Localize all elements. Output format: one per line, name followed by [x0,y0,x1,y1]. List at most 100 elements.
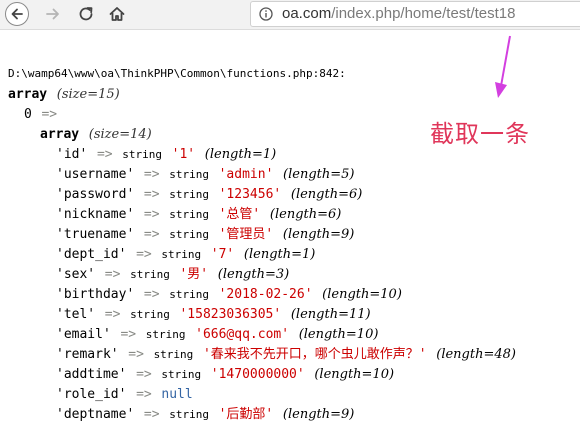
row-value: '15823036305' [179,307,282,322]
row-value: '1470000000' [210,367,305,382]
row-arrow: => [120,327,137,342]
row-arrow: => [143,227,160,242]
row-type: string [130,308,170,321]
row-key: 'id' [56,147,88,162]
row-type: string [130,268,170,281]
row-value: null [161,387,193,402]
row-arrow: => [128,347,144,362]
home-icon [109,7,125,21]
row-arrow: => [136,247,152,262]
row-key: 'truename' [56,227,135,242]
row-key: 'nickname' [56,207,135,222]
reload-button[interactable] [71,0,101,28]
dump-row: 'birthday' => string '2018-02-26' (lengt… [56,283,402,302]
row-length: (length=3) [217,267,290,282]
row-key: 'birthday' [56,287,135,302]
row-key: 'deptname' [56,407,135,422]
outer-array-line: array (size=15) [8,83,120,102]
row-type: string [169,208,209,221]
row-type: string [169,228,209,241]
url-domain: oa.com [282,5,332,22]
row-arrow: => [143,407,160,422]
url-text[interactable]: oa.com/index.php/home/test/test18 [282,5,516,22]
row-type: string [145,328,186,341]
outer-array-type: array [8,87,48,102]
row-value: '123456' [218,187,282,202]
row-key: 'addtime' [56,367,127,382]
back-button[interactable] [2,0,32,28]
row-value: '7' [210,247,235,262]
dump-row: 'tel' => string '15823036305' (length=11… [56,303,371,322]
file-path: D:\wamp64\www\oa\ThinkPHP\Common\functio… [8,67,346,80]
row-length: (length=6) [290,187,363,202]
dump-row: 'addtime' => string '1470000000' (length… [56,363,394,382]
row-value: '管理员' [218,227,274,242]
row-value: '后勤部' [218,407,274,422]
row-value: '1' [171,147,196,162]
outer-array-size: (size=15) [56,87,120,102]
dump-row: 'remark' => string '春来我不先开口，哪个虫儿敢作声？' (l… [56,343,516,362]
row-type: string [122,148,162,161]
row-type: string [161,248,202,261]
inner-array-line: array (size=14) [40,123,152,142]
row-type: string [153,348,194,361]
array-index: 0 [24,107,32,122]
home-button[interactable] [102,0,132,28]
row-length: (length=10) [322,287,402,302]
row-length: (length=10) [298,327,379,342]
row-length: (length=1) [243,247,316,262]
dump-row: 'sex' => string '男' (length=3) [56,263,289,282]
row-length: (length=10) [314,367,395,382]
row-key: 'email' [56,327,111,342]
back-arrow-icon [5,2,29,26]
address-bar[interactable]: oa.com/index.php/home/test/test18 [250,1,580,27]
forward-button[interactable] [38,0,68,28]
row-length: (length=1) [204,147,277,162]
row-type: string [161,368,202,381]
row-length: (length=48) [436,347,516,362]
annotation-text: 截取一条 [430,120,530,148]
dump-row: 'password' => string '123456' (length=6) [56,183,362,202]
inner-array-size: (size=14) [88,127,152,142]
url-path: /index.php/home/test/test18 [331,5,516,22]
row-arrow: => [136,387,152,402]
row-length: (length=9) [282,227,355,242]
row-key: 'dept_id' [56,247,127,262]
row-arrow: => [143,207,160,222]
index-arrow: => [41,107,58,122]
row-length: (length=5) [283,167,355,182]
row-value: '总管' [218,207,261,222]
info-icon[interactable] [259,7,273,21]
dump-row: 'id' => string '1' (length=1) [56,143,276,162]
row-type: string [169,168,209,181]
row-length: (length=11) [290,307,371,322]
row-arrow: => [104,267,121,282]
annotation-arrow [495,35,511,98]
reload-icon [79,7,93,21]
row-arrow: => [143,287,160,302]
row-key: 'tel' [56,307,96,322]
row-value: '男' [179,267,209,282]
row-arrow: => [143,187,160,202]
row-key: 'password' [56,187,135,202]
row-key: 'username' [56,167,135,182]
forward-arrow-icon [46,8,59,20]
inner-array-type: array [40,127,80,142]
row-type: string [169,408,209,421]
row-type: string [169,288,209,301]
dump-row: 'dept_id' => string '7' (length=1) [56,243,315,262]
browser-toolbar: oa.com/index.php/home/test/test18 [0,0,580,30]
row-key: 'remark' [56,347,119,362]
row-arrow: => [96,147,113,162]
dump-row: 'nickname' => string '总管' (length=6) [56,203,341,222]
row-length: (length=6) [269,207,342,222]
row-key: 'sex' [56,267,96,282]
row-value: '2018-02-26' [218,287,313,302]
dump-row: 'email' => string '666@qq.com' (length=1… [56,323,378,342]
row-arrow: => [136,367,152,382]
row-value: '666@qq.com' [195,327,290,342]
dump-row: 'deptname' => string '后勤部' (length=9) [56,403,354,422]
dump-row: 'truename' => string '管理员' (length=9) [56,223,354,242]
row-length: (length=9) [282,407,355,422]
row-value: 'admin' [218,167,274,182]
